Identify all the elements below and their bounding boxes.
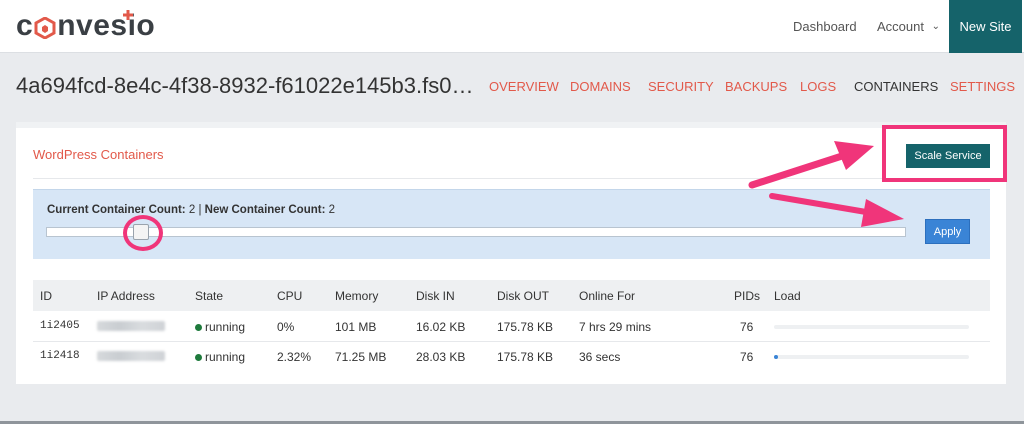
- row-cpu: 0%: [277, 320, 295, 334]
- logo-cube-icon: [34, 16, 56, 40]
- row-pids: 76: [740, 350, 754, 364]
- panel-divider: [33, 178, 990, 179]
- row-memory: 101 MB: [335, 320, 377, 334]
- row-online-for: 36 secs: [579, 350, 621, 364]
- row-divider: [33, 341, 990, 342]
- col-header-state: State: [195, 289, 224, 303]
- chevron-down-icon: ⌄: [931, 21, 940, 32]
- apply-button[interactable]: Apply: [925, 219, 970, 244]
- status-dot-icon: [195, 324, 202, 331]
- tab-backups[interactable]: BACKUPS: [725, 79, 787, 94]
- col-header-load: Load: [774, 289, 801, 303]
- row-state-text: running: [205, 320, 246, 334]
- row-disk-in: 16.02 KB: [416, 320, 466, 334]
- current-count-value: 2: [188, 204, 196, 216]
- nav-account-label: Account: [877, 19, 924, 34]
- current-count-label: Current Container Count:: [47, 204, 186, 216]
- row-id: 1i2405: [40, 320, 80, 332]
- ip-address-redacted: [97, 321, 165, 331]
- logo-text-c: c: [16, 9, 34, 42]
- nav-dashboard-link[interactable]: Dashboard: [793, 0, 857, 53]
- scale-area: [33, 189, 990, 259]
- new-count-value: 2: [328, 204, 336, 216]
- container-count-slider[interactable]: [46, 227, 906, 237]
- status-dot-icon: [195, 354, 202, 361]
- row-memory: 71.25 MB: [335, 350, 387, 364]
- logo-text-rest: nvesio: [57, 9, 156, 42]
- load-fill: [774, 355, 778, 359]
- row-state-text: running: [205, 350, 246, 364]
- annotation-highlight-box: [882, 125, 1007, 182]
- panel-title: WordPress Containers: [33, 147, 164, 162]
- nav-account-menu[interactable]: Account ⌄: [877, 0, 940, 53]
- tab-security[interactable]: SECURITY: [648, 79, 714, 94]
- tab-domains[interactable]: DOMAINS: [570, 79, 631, 94]
- new-site-button[interactable]: New Site: [949, 0, 1022, 53]
- tab-overview[interactable]: OVERVIEW: [489, 79, 559, 94]
- tab-containers[interactable]: CONTAINERS: [854, 79, 938, 94]
- col-header-memory: Memory: [335, 289, 379, 303]
- panel-top-strip: [16, 122, 1006, 128]
- row-disk-out: 175.78 KB: [497, 320, 554, 334]
- logo-plus-icon: [123, 7, 133, 20]
- row-disk-out: 175.78 KB: [497, 350, 554, 364]
- convesio-logo[interactable]: c nvesio: [16, 9, 155, 43]
- row-disk-in: 28.03 KB: [416, 350, 466, 364]
- tab-settings[interactable]: SETTINGS: [950, 79, 1015, 94]
- top-nav-bar: c nvesio Dashboard Account ⌄ New Site: [0, 0, 1024, 53]
- ip-address-redacted: [97, 351, 165, 361]
- row-id: 1i2418: [40, 350, 80, 362]
- row-state: running: [195, 350, 245, 364]
- col-header-cpu: CPU: [277, 289, 303, 303]
- col-header-disk-in: Disk IN: [416, 289, 455, 303]
- count-separator: |: [198, 204, 202, 216]
- col-header-pids: PIDs: [734, 289, 761, 303]
- site-title: 4a694fcd-8e4c-4f38-8932-f61022e145b3.fs0…: [16, 73, 474, 98]
- row-state: running: [195, 320, 245, 334]
- annotation-handle-circle: [123, 215, 163, 251]
- row-cpu: 2.32%: [277, 350, 312, 364]
- col-header-disk-out: Disk OUT: [497, 289, 549, 303]
- col-header-id: ID: [40, 289, 52, 303]
- row-pids: 76: [740, 320, 754, 334]
- load-bar: [774, 325, 969, 329]
- container-count-text: Current Container Count: 2 | New Contain…: [47, 204, 335, 216]
- tab-logs[interactable]: LOGS: [800, 79, 836, 94]
- row-online-for: 7 hrs 29 mins: [579, 320, 652, 334]
- load-bar: [774, 355, 969, 359]
- new-count-label: New Container Count:: [204, 204, 326, 216]
- col-header-ip: IP Address: [97, 289, 155, 303]
- col-header-online-for: Online For: [579, 289, 636, 303]
